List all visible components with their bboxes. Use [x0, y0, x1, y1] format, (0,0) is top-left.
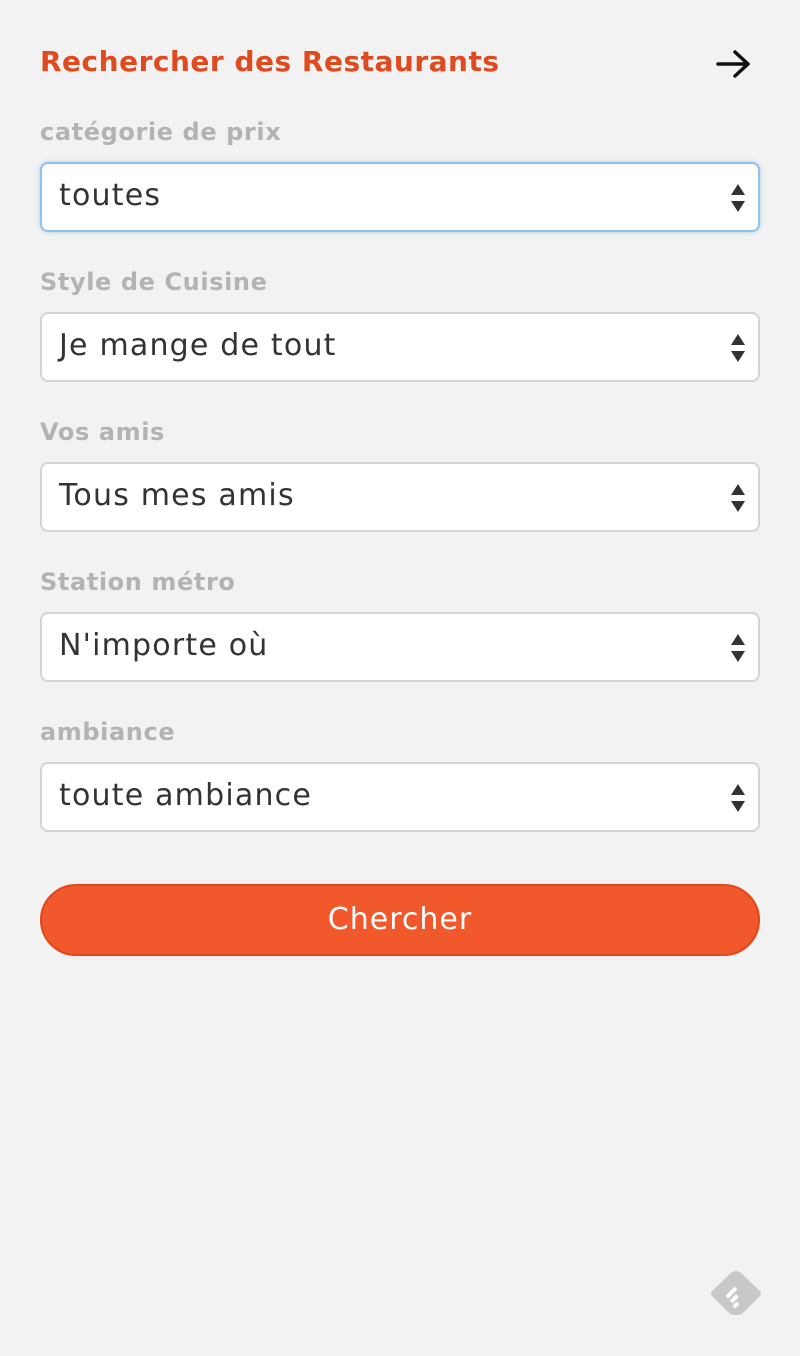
search-button[interactable]: Chercher — [40, 884, 760, 956]
header: Rechercher des Restaurants — [40, 40, 760, 86]
arrow-right-icon — [716, 50, 750, 78]
metro-station-value: N'importe où — [59, 628, 269, 663]
select-arrows-icon — [731, 484, 745, 512]
cuisine-style-select[interactable]: Je mange de tout — [40, 312, 760, 382]
ambiance-label: ambiance — [40, 718, 176, 746]
price-category-label: catégorie de prix — [40, 118, 282, 146]
select-arrows-icon — [731, 334, 745, 362]
cuisine-style-value: Je mange de tout — [59, 328, 337, 363]
metro-station-label: Station métro — [40, 568, 236, 596]
ambiance-select[interactable]: toute ambiance — [40, 762, 760, 832]
next-button[interactable] — [714, 44, 754, 84]
friends-value: Tous mes amis — [59, 478, 295, 513]
select-arrows-icon — [731, 184, 745, 212]
friends-select[interactable]: Tous mes amis — [40, 462, 760, 532]
metro-station-select[interactable]: N'importe où — [40, 612, 760, 682]
friends-label: Vos amis — [40, 418, 165, 446]
price-category-value: toutes — [59, 178, 162, 213]
cuisine-style-label: Style de Cuisine — [40, 268, 268, 296]
select-arrows-icon — [731, 784, 745, 812]
select-arrows-icon — [731, 634, 745, 662]
ambiance-value: toute ambiance — [59, 778, 313, 813]
search-button-label: Chercher — [327, 902, 473, 937]
page-title: Rechercher des Restaurants — [40, 45, 500, 78]
feedly-icon[interactable] — [710, 1270, 762, 1316]
price-category-select[interactable]: toutes — [40, 162, 760, 232]
